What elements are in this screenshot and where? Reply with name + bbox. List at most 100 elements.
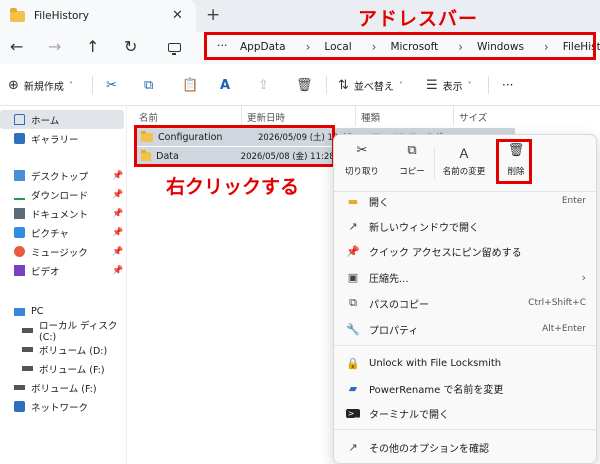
- sidebar-item-downloads[interactable]: ダウンロード 📌: [0, 185, 124, 204]
- sidebar-item-label: ボリューム (F:): [39, 364, 105, 376]
- menu-item-label: その他のオプションを確認: [369, 443, 489, 455]
- share-button[interactable]: ⇪: [258, 78, 269, 93]
- sidebar-item-desktop[interactable]: デスクトップ 📌: [0, 166, 124, 185]
- download-icon: [14, 189, 25, 200]
- sidebar-item-videos[interactable]: ビデオ 📌: [0, 261, 124, 280]
- pc-icon: [14, 307, 25, 316]
- menu-item-open-terminal[interactable]: >_ ターミナルで開く: [334, 401, 598, 425]
- sidebar-item-pictures[interactable]: ピクチャ 📌: [0, 223, 124, 242]
- sidebar-item-drive-d[interactable]: ボリューム (D:): [0, 340, 124, 359]
- sidebar-item-network[interactable]: ネットワーク: [0, 397, 124, 416]
- tab-bar: FileHistory ✕ +: [0, 0, 600, 32]
- delete-button[interactable]: 🗑: [296, 78, 313, 93]
- rename-label: 名前の変更: [442, 167, 486, 177]
- sidebar-item-label: ビデオ: [31, 266, 60, 278]
- menu-item-pin-quick-access[interactable]: 📌 クイック アクセスにピン留めする: [334, 239, 598, 263]
- delete-highlight: [496, 139, 532, 184]
- sort-button-label: 並べ替え: [353, 82, 394, 93]
- menu-item-open[interactable]: ▬ 開く Enter: [334, 189, 598, 213]
- menu-item-label: 開く: [369, 197, 389, 209]
- menu-item-copy-path[interactable]: ⧉ パスのコピー Ctrl+Shift+C: [334, 291, 598, 315]
- forward-button[interactable]: →: [48, 37, 61, 56]
- sidebar-item-drive-c[interactable]: ローカル ディスク (C:): [0, 321, 124, 343]
- menu-item-label: パスのコピー: [369, 299, 429, 311]
- menu-item-accel: Alt+Enter: [542, 324, 586, 334]
- context-menu: ✂ 切り取り ⧉ コピー Ａ 名前の変更 🗑 削除 ▬ 開く Enter ↗ 新…: [333, 134, 598, 464]
- refresh-button[interactable]: ↻: [124, 37, 137, 56]
- quick-actions-divider: [434, 147, 435, 179]
- sidebar-item-label: デスクトップ: [31, 171, 89, 183]
- new-window-icon: ↗: [348, 219, 358, 233]
- cut-action[interactable]: ✂ 切り取り: [338, 143, 386, 185]
- menu-item-accel: Ctrl+Shift+C: [528, 298, 586, 308]
- sidebar-item-label: ダウンロード: [31, 190, 89, 202]
- copy-action[interactable]: ⧉ コピー: [388, 143, 436, 185]
- sidebar-item-label: ミュージック: [31, 247, 88, 259]
- rename-button[interactable]: A: [220, 78, 230, 93]
- toolbar-divider: [92, 76, 93, 94]
- menu-item-file-locksmith[interactable]: 🔒 Unlock with File Locksmith: [334, 351, 598, 375]
- sort-button[interactable]: ⇅ 並べ替え ˅: [338, 78, 403, 93]
- folder-open-icon: ▬: [347, 194, 359, 208]
- copy-icon: ⧉: [407, 143, 417, 158]
- paste-button[interactable]: 📋: [182, 78, 198, 93]
- back-button[interactable]: ←: [10, 37, 23, 56]
- home-icon: [14, 114, 25, 125]
- menu-item-more-options[interactable]: ↗ その他のオプションを確認: [334, 435, 598, 459]
- menu-item-properties[interactable]: 🔧 プロパティ Alt+Enter: [334, 317, 598, 341]
- pin-icon: 📌: [346, 244, 360, 258]
- menu-item-compress[interactable]: ▣ 圧縮先... ›: [334, 265, 598, 289]
- rename-action[interactable]: Ａ 名前の変更: [440, 143, 488, 185]
- pin-icon: 📌: [112, 227, 124, 238]
- view-button-label: 表示: [442, 82, 463, 93]
- close-tab-icon[interactable]: ✕: [172, 8, 183, 23]
- pictures-icon: [14, 227, 25, 238]
- pin-icon: 📌: [112, 246, 124, 257]
- menu-item-label: 新しいウィンドウで開く: [369, 222, 479, 234]
- sidebar-item-drive-f-root[interactable]: ボリューム (F:): [0, 378, 124, 397]
- copy-button[interactable]: ⧉: [144, 78, 153, 93]
- menu-item-open-new-window[interactable]: ↗ 新しいウィンドウで開く: [334, 214, 598, 238]
- menu-item-label: PowerRename で名前を変更: [369, 384, 504, 396]
- pin-icon: 📌: [112, 208, 124, 219]
- folder-icon: [10, 7, 25, 22]
- new-button[interactable]: ⊕ 新規作成 ˅: [8, 78, 73, 93]
- view-icon: ☰: [426, 78, 438, 93]
- sidebar-item-home[interactable]: ホーム: [0, 110, 124, 129]
- menu-item-powerrename[interactable]: ▰ PowerRename で名前を変更: [334, 376, 598, 400]
- sidebar-item-label: ピクチャ: [31, 228, 69, 240]
- column-name[interactable]: 名前: [139, 110, 158, 124]
- sidebar-item-label: ギャラリー: [31, 134, 79, 146]
- command-bar: ⊕ 新規作成 ˅ ✂ ⧉ 📋 A ⇪ 🗑 ⇅ 並べ替え ˅ ☰ 表示 ˅ ···: [0, 64, 600, 106]
- up-button[interactable]: ↑: [86, 37, 99, 56]
- more-options-icon: ↗: [348, 440, 358, 454]
- menu-item-label: 圧縮先...: [369, 273, 409, 285]
- powerrename-icon: ▰: [348, 381, 358, 395]
- sidebar-item-label: ホーム: [31, 115, 60, 127]
- column-divider: [355, 106, 356, 126]
- tab-filehistory[interactable]: FileHistory ✕: [0, 0, 196, 32]
- sidebar-item-music[interactable]: ミュージック 📌: [0, 242, 124, 261]
- column-size[interactable]: サイズ: [459, 110, 487, 124]
- view-button[interactable]: ☰ 表示 ˅: [426, 78, 472, 93]
- column-date[interactable]: 更新日時: [247, 110, 285, 124]
- sidebar-item-drive-f[interactable]: ボリューム (F:): [0, 359, 124, 378]
- menu-item-label: ターミナルで開く: [369, 409, 449, 421]
- sidebar-item-gallery[interactable]: ギャラリー: [0, 129, 124, 148]
- copy-path-icon: ⧉: [349, 296, 357, 309]
- sidebar-item-label: PC: [31, 306, 44, 317]
- gallery-icon: [14, 133, 25, 144]
- more-options-button[interactable]: ···: [502, 78, 513, 92]
- new-tab-button[interactable]: +: [206, 5, 220, 25]
- column-type[interactable]: 種類: [361, 110, 380, 124]
- chevron-right-icon: ›: [581, 270, 586, 284]
- new-icon: ⊕: [8, 78, 19, 93]
- chevron-down-icon: ˅: [467, 81, 472, 90]
- drive-icon: [14, 385, 25, 390]
- sidebar-item-label: ボリューム (D:): [39, 345, 108, 357]
- cut-button[interactable]: ✂: [106, 78, 117, 93]
- chevron-down-icon: ˅: [68, 81, 73, 90]
- selection-highlight: [134, 125, 335, 167]
- sidebar-item-documents[interactable]: ドキュメント 📌: [0, 204, 124, 223]
- copy-label: コピー: [399, 167, 425, 177]
